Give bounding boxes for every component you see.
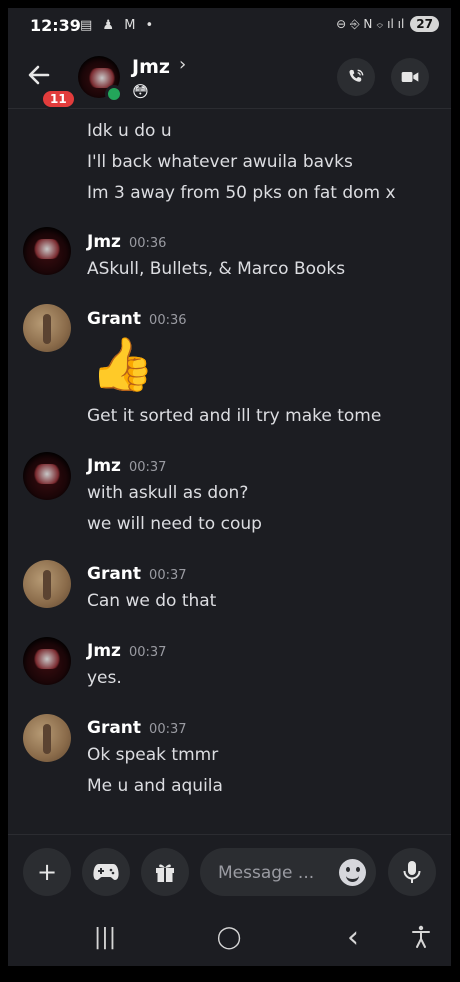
microphone-icon (403, 861, 421, 883)
status-right-icons: ⊖ ⎆ N ⌔ ıl ıl 27 (336, 16, 439, 32)
online-status-dot (105, 85, 123, 103)
back-arrow-icon[interactable] (26, 62, 56, 92)
gamepad-icon (93, 864, 119, 880)
status-bar: 12:39 ▤ ♟ M • ⊖ ⎆ N ⌔ ıl ıl 27 (8, 8, 451, 44)
unread-badge: 11 (41, 89, 76, 109)
emoji-picker-icon[interactable] (339, 859, 366, 886)
message-timestamp: 00:37 (149, 568, 187, 583)
message-text: Idk u do u (87, 121, 172, 141)
recents-icon: ||| (93, 924, 117, 950)
message-timestamp: 00:37 (128, 460, 167, 475)
system-nav-bar: ||| ◯ ‹ (8, 908, 451, 966)
avatar[interactable] (23, 637, 71, 685)
author-name: Grant (87, 309, 142, 329)
avatar[interactable] (23, 560, 71, 608)
avatar[interactable] (23, 452, 71, 500)
voice-message-button[interactable] (388, 848, 436, 896)
phone-icon (349, 69, 364, 82)
message-timestamp: 00:37 (149, 722, 187, 737)
status-time: 12:39 (30, 16, 81, 35)
video-call-button[interactable] (391, 58, 429, 96)
avatar[interactable] (23, 304, 71, 352)
message-text: with askull as don? (87, 483, 249, 503)
nav-back-button[interactable]: ‹ (333, 919, 373, 955)
message-author[interactable]: Jmz 00:36 (87, 232, 166, 252)
voice-call-button[interactable] (337, 58, 375, 96)
accessibility-icon (412, 925, 430, 948)
message-author[interactable]: Jmz 00:37 (87, 456, 166, 476)
arrow-left-icon (28, 65, 50, 85)
status-system-icons: ⊖ ⎆ N ⌔ ıl ıl (336, 16, 405, 31)
message-timestamp: 00:36 (128, 236, 167, 251)
app-frame: 12:39 ▤ ♟ M • ⊖ ⎆ N ⌔ ıl ıl 27 11 Jmz › … (8, 8, 451, 966)
message-author[interactable]: Grant 00:37 (87, 718, 187, 738)
message-text: I'll back whatever awuila bavks (87, 152, 353, 172)
thumbs-up-emoji: 👍 (90, 335, 155, 395)
message-text: we will need to coup (87, 514, 262, 534)
gift-icon (156, 864, 174, 882)
plus-icon: + (36, 858, 58, 886)
activities-button[interactable] (82, 848, 130, 896)
message-timestamp: 00:37 (128, 645, 167, 660)
message-text: yes. (87, 668, 122, 688)
message-text: Im 3 away from 50 pks on fat dom x (87, 183, 396, 203)
author-name: Jmz (87, 641, 121, 661)
message-text: Me u and aquila (87, 776, 223, 796)
chevron-right-icon[interactable]: › (179, 54, 186, 75)
message-author[interactable]: Grant 00:37 (87, 564, 187, 584)
video-icon (401, 72, 419, 82)
message-author[interactable]: Grant 00:36 (87, 309, 187, 329)
message-author[interactable]: Jmz 00:37 (87, 641, 166, 661)
author-name: Jmz (87, 232, 121, 252)
author-name: Grant (87, 718, 142, 738)
message-text: Can we do that (87, 591, 217, 611)
message-input[interactable] (216, 861, 330, 885)
message-input-box[interactable] (200, 848, 376, 896)
back-chevron-icon: ‹ (347, 919, 359, 955)
chat-title[interactable]: Jmz (132, 56, 170, 78)
message-composer: + (8, 834, 451, 909)
message-timestamp: 00:36 (149, 313, 187, 328)
custom-status-emoji: 😳 (132, 82, 149, 101)
chat-header: 11 Jmz › 😳 (8, 44, 451, 109)
status-left-icons: ▤ ♟ M • (80, 18, 157, 33)
message-text: Get it sorted and ill try make tome (87, 406, 382, 426)
accessibility-button[interactable] (401, 922, 441, 952)
gift-button[interactable] (141, 848, 189, 896)
author-name: Jmz (87, 456, 121, 476)
message-text: Ok speak tmmr (87, 745, 219, 765)
message-list[interactable]: Idk u do u I'll back whatever awuila bav… (8, 109, 451, 834)
home-button[interactable]: ◯ (209, 922, 249, 952)
message-text: ASkull, Bullets, & Marco Books (87, 259, 346, 279)
add-attachment-button[interactable]: + (23, 848, 71, 896)
avatar[interactable] (23, 714, 71, 762)
battery-indicator: 27 (410, 16, 439, 32)
avatar[interactable] (23, 227, 71, 275)
recents-button[interactable]: ||| (85, 922, 125, 952)
author-name: Grant (87, 564, 142, 584)
home-icon: ◯ (216, 924, 242, 950)
